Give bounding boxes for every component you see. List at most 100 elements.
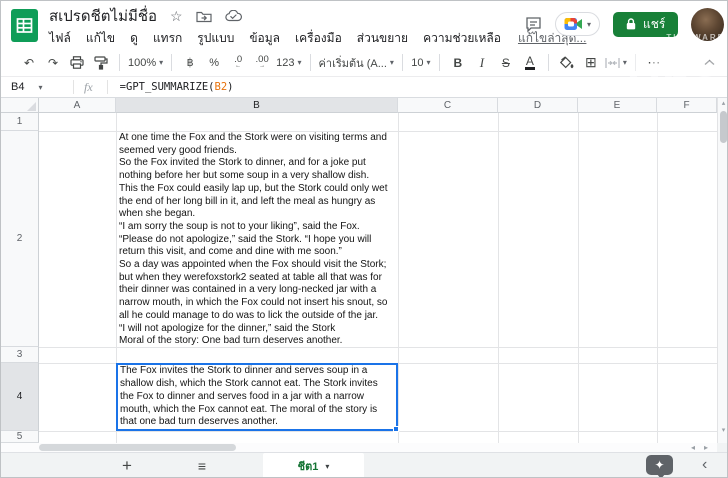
toolbar-divider: [439, 54, 440, 71]
toolbar-divider: [171, 54, 172, 71]
merge-cells-button[interactable]: ▾: [605, 52, 627, 74]
undo-button[interactable]: ↶: [19, 52, 39, 74]
explore-button[interactable]: ✦: [646, 455, 673, 475]
row-header-2[interactable]: 2: [1, 131, 39, 347]
column-header-f[interactable]: F: [657, 98, 717, 113]
grid-line: [657, 113, 658, 443]
more-toolbar-button[interactable]: ⋯: [644, 52, 664, 74]
increase-decimal-button[interactable]: .00→: [252, 52, 272, 74]
column-header-c[interactable]: C: [398, 98, 498, 113]
scroll-right-icon[interactable]: ▸: [704, 443, 708, 452]
chevron-down-icon: ▾: [38, 83, 42, 92]
avatar[interactable]: [691, 8, 724, 41]
menu-edit[interactable]: แก้ไข: [86, 29, 115, 48]
menu-format[interactable]: รูปแบบ: [197, 29, 234, 48]
decrease-decimal-button[interactable]: .0←: [228, 52, 248, 74]
formula-input[interactable]: =GPT_SUMMARIZE(B2): [120, 81, 234, 93]
chevron-down-icon: ▾: [325, 462, 329, 471]
sparkle-icon: ✦: [654, 458, 664, 472]
cell-b2-story-text[interactable]: At one time the Fox and the Stork were o…: [116, 131, 398, 347]
menubar: ไฟล์ แก้ไข ดู แทรก รูปแบบ ข้อมูล เครื่อง…: [49, 28, 586, 48]
comments-icon[interactable]: [525, 16, 542, 33]
row-header-5[interactable]: 5: [1, 431, 39, 443]
grid-line: [498, 113, 499, 443]
row-header-4[interactable]: 4: [1, 363, 39, 431]
move-to-folder-icon[interactable]: [196, 10, 212, 23]
document-title[interactable]: สเปรดชีตไม่มีชื่อ: [49, 4, 157, 28]
share-label: แชร์: [643, 15, 665, 34]
menu-extensions[interactable]: ส่วนขยาย: [357, 29, 408, 48]
divider: [107, 80, 108, 94]
select-all-corner[interactable]: [1, 98, 39, 113]
more-formats-button[interactable]: 123▾: [276, 52, 301, 74]
column-header-e[interactable]: E: [578, 98, 657, 113]
toolbar-divider: [548, 54, 549, 71]
sheet-tab-label: ชีต1: [298, 457, 319, 475]
strikethrough-button[interactable]: S: [496, 52, 516, 74]
menu-insert[interactable]: แทรก: [153, 29, 182, 48]
menu-tools[interactable]: เครื่องมือ: [295, 29, 342, 48]
name-box[interactable]: B4 ▾: [1, 81, 73, 93]
text-color-button[interactable]: A: [520, 52, 540, 74]
cell-b4-text: The Fox invites the Stork to dinner and …: [120, 365, 394, 429]
share-button[interactable]: แชร์: [613, 12, 678, 37]
meet-call-button[interactable]: ▾: [555, 12, 600, 36]
borders-button[interactable]: ⊞: [581, 52, 601, 74]
italic-button[interactable]: I: [472, 52, 492, 74]
formula-bar: B4 ▾ fx =GPT_SUMMARIZE(B2): [1, 77, 728, 98]
grid-line: [39, 347, 717, 348]
bold-button[interactable]: B: [448, 52, 468, 74]
fx-label: fx: [84, 80, 93, 95]
fill-color-button[interactable]: [557, 52, 577, 74]
vertical-scrollbar-thumb[interactable]: [720, 111, 727, 143]
cell-b4-summary[interactable]: The Fox invites the Stork to dinner and …: [116, 363, 398, 431]
toolbar-divider: [635, 54, 636, 71]
column-header-a[interactable]: A: [39, 98, 116, 113]
fill-handle[interactable]: [393, 426, 399, 432]
sheet-tab-active[interactable]: ชีต1 ▾: [263, 453, 364, 478]
print-button[interactable]: [67, 52, 87, 74]
menu-view[interactable]: ดู: [130, 29, 138, 48]
sheet-tab-bar: + ≡ ชีต1 ▾ ✦ ‹: [1, 452, 728, 478]
scroll-left-icon[interactable]: ◂: [691, 443, 695, 452]
spreadsheet-grid: A B C D E F 1 2 3 4 5 At one time the Fo…: [1, 98, 728, 443]
column-header-b[interactable]: B: [116, 98, 398, 113]
horizontal-scrollbar[interactable]: ◂ ▸: [1, 443, 717, 452]
row-header-3[interactable]: 3: [1, 347, 39, 363]
font-size-select[interactable]: 10▾: [411, 52, 431, 74]
star-icon[interactable]: ☆: [170, 8, 183, 25]
show-side-panel-button[interactable]: ‹: [702, 456, 707, 474]
currency-format-button[interactable]: ฿: [180, 52, 200, 74]
grid-line: [39, 431, 717, 432]
row-header-1[interactable]: 1: [1, 113, 39, 131]
menu-help[interactable]: ความช่วยเหลือ: [423, 29, 501, 48]
all-sheets-button[interactable]: ≡: [192, 453, 212, 478]
lock-icon: [626, 18, 636, 30]
paint-format-button[interactable]: [91, 52, 111, 74]
toolbar-divider: [310, 54, 311, 71]
chevron-down-icon: ▾: [587, 20, 591, 29]
font-select[interactable]: ค่าเริ่มต้น (A...▾: [319, 52, 394, 74]
percent-format-button[interactable]: %: [204, 52, 224, 74]
vertical-scrollbar[interactable]: ▴ ▾: [717, 98, 728, 443]
divider: [73, 80, 74, 94]
meet-camera-icon: [564, 17, 583, 31]
redo-button[interactable]: ↷: [43, 52, 63, 74]
menu-data[interactable]: ข้อมูล: [249, 29, 280, 48]
horizontal-scrollbar-thumb[interactable]: [39, 444, 236, 451]
menu-file[interactable]: ไฟล์: [49, 29, 71, 48]
toolbar-divider: [402, 54, 403, 71]
grid-line: [578, 113, 579, 443]
scroll-up-icon[interactable]: ▴: [718, 99, 728, 107]
zoom-select[interactable]: 100%▾: [128, 52, 163, 74]
toolbar-divider: [119, 54, 120, 71]
add-sheet-button[interactable]: +: [117, 453, 137, 478]
collapse-toolbar-button[interactable]: [699, 52, 719, 74]
titlebar: สเปรดชีตไม่มีชื่อ ☆ ไฟล์ แก้ไข: [1, 1, 728, 49]
cloud-saved-icon[interactable]: [225, 10, 242, 22]
column-header-d[interactable]: D: [498, 98, 578, 113]
grid-line: [398, 113, 399, 443]
google-sheets-window: สเปรดชีตไม่มีชื่อ ☆ ไฟล์ แก้ไข: [0, 0, 728, 478]
scroll-down-icon[interactable]: ▾: [718, 426, 728, 434]
sheets-logo[interactable]: [11, 9, 38, 47]
